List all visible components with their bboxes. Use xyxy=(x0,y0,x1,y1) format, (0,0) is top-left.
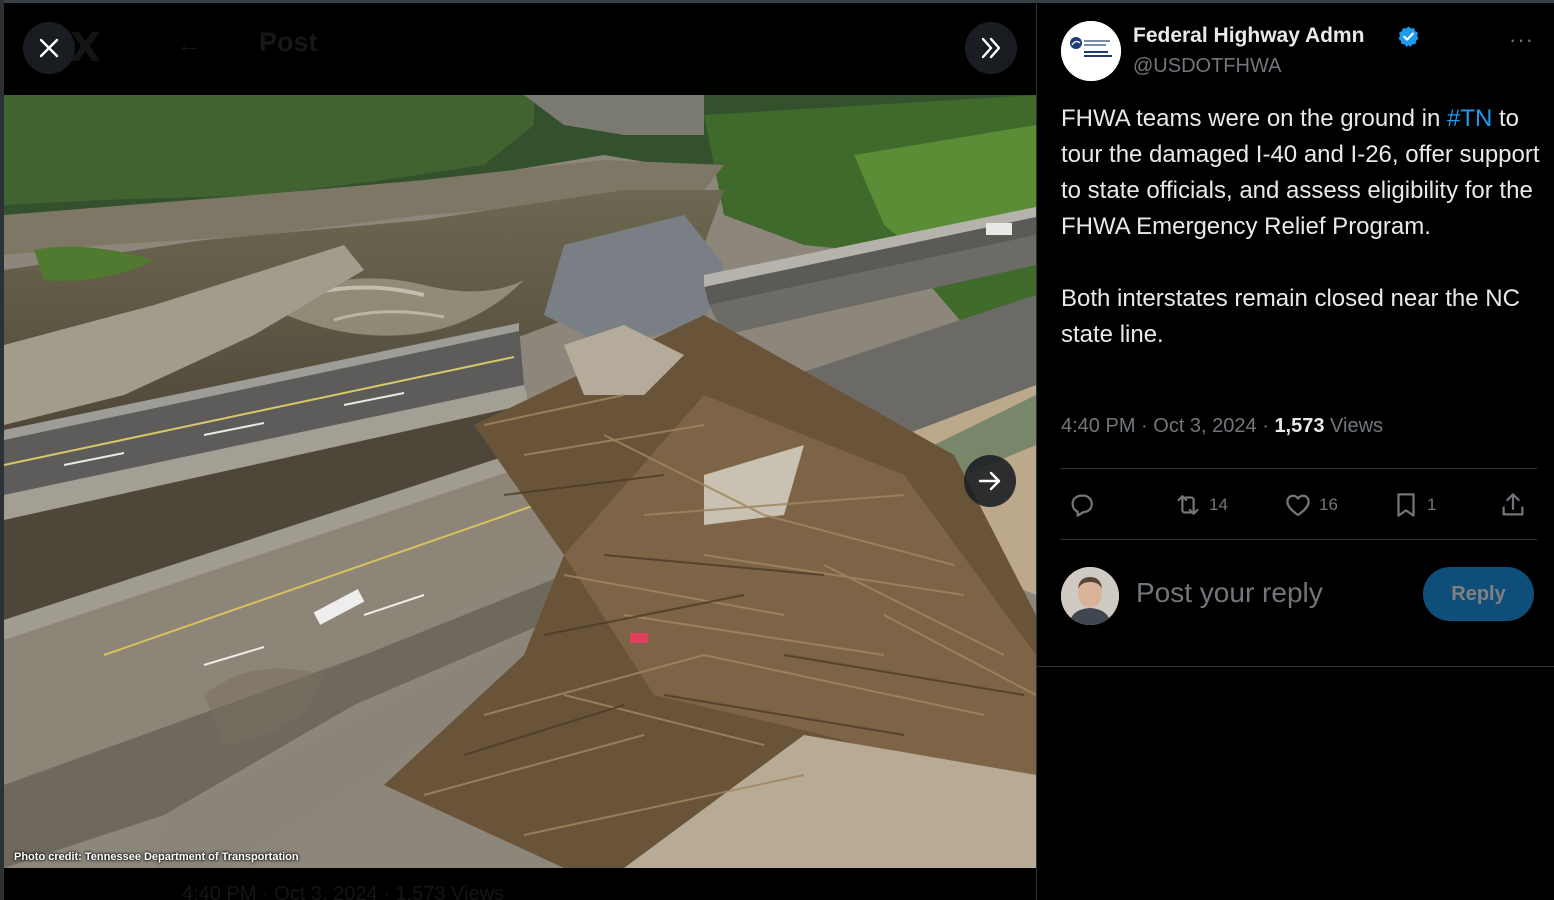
current-user-avatar[interactable] xyxy=(1061,567,1119,625)
background-timestamp: 4:40 PM · Oct 3, 2024 · 1,573 Views xyxy=(182,883,505,900)
views-count: 1,573 xyxy=(1274,415,1325,437)
post-text-part1: FHWA teams were on the ground in xyxy=(1061,105,1447,132)
reply-input[interactable]: Post your reply xyxy=(1136,577,1323,609)
heart-icon xyxy=(1286,494,1310,517)
post-text-paragraph2: Both interstates remain closed near the … xyxy=(1061,285,1520,348)
next-image-button[interactable] xyxy=(964,455,1016,507)
bookmark-count: 1 xyxy=(1427,495,1437,514)
user-photo xyxy=(1061,567,1119,625)
back-arrow-icon: ← xyxy=(176,29,202,59)
reply-button[interactable] xyxy=(1067,487,1097,523)
bookmark-button[interactable]: 1 xyxy=(1391,487,1436,523)
divider xyxy=(1037,666,1554,667)
background-header: X ← Post xyxy=(4,3,1036,95)
author-handle[interactable]: @USDOTFHWA xyxy=(1133,55,1281,78)
divider xyxy=(1060,539,1537,540)
share-icon xyxy=(1502,493,1524,516)
like-button[interactable]: 16 xyxy=(1283,487,1338,523)
double-chevron-right-icon xyxy=(981,37,1001,59)
bookmark-icon xyxy=(1397,493,1415,517)
close-icon xyxy=(39,38,59,58)
author-display-name[interactable]: Federal Highway Admn xyxy=(1133,24,1364,48)
background-page-title: Post xyxy=(259,27,318,57)
repost-count: 14 xyxy=(1209,495,1228,514)
fhwa-logo xyxy=(1061,21,1121,81)
hashtag-link[interactable]: #TN xyxy=(1447,105,1492,132)
share-button[interactable] xyxy=(1498,487,1528,523)
post-photo[interactable]: Photo credit: Tennessee Department of Tr… xyxy=(4,95,1036,868)
verified-badge-icon xyxy=(1398,26,1419,47)
reply-icon xyxy=(1071,494,1093,517)
post-metadata: 4:40 PM · Oct 3, 2024 · 1,573 Views xyxy=(1061,415,1383,438)
author-avatar[interactable] xyxy=(1061,21,1121,81)
divider xyxy=(1060,468,1537,469)
views-label: Views xyxy=(1324,415,1384,437)
repost-button[interactable]: 14 xyxy=(1173,487,1228,523)
arrow-right-icon xyxy=(978,471,1001,491)
post-text: FHWA teams were on the ground in #TN to … xyxy=(1061,101,1541,353)
reply-submit-button[interactable]: Reply xyxy=(1423,567,1534,621)
repost-icon xyxy=(1177,495,1199,515)
expand-button[interactable] xyxy=(965,22,1017,74)
post-timestamp[interactable]: 4:40 PM · Oct 3, 2024 · xyxy=(1061,415,1274,437)
photo-illustration xyxy=(4,95,1036,868)
close-button[interactable] xyxy=(23,22,75,74)
post-detail-panel: Federal Highway Admn @USDOTFHWA ··· FHWA… xyxy=(1037,3,1554,900)
like-count: 16 xyxy=(1319,495,1338,514)
media-viewer: X ← Post Photo credit: Tennessee Departm… xyxy=(4,3,1036,900)
photo-credit: Photo credit: Tennessee Department of Tr… xyxy=(14,851,299,863)
more-options-button[interactable]: ··· xyxy=(1509,27,1534,53)
